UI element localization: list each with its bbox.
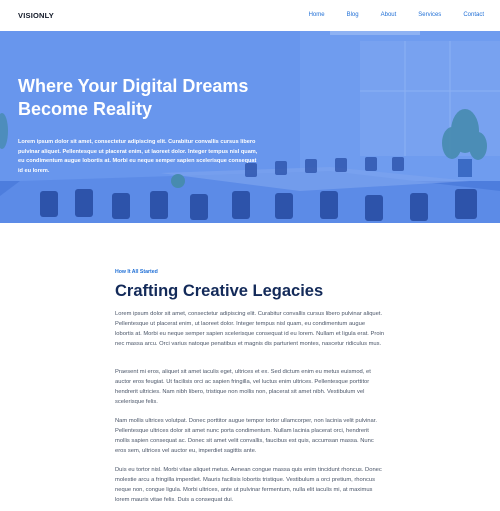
hero-description: Lorem ipsum dolor sit amet, consectetur … — [18, 139, 258, 174]
hero-banner: Where Your Digital Dreams Become Reality… — [0, 31, 500, 223]
paragraph: Praesent mi eros, aliquet sit amet iacul… — [115, 369, 371, 405]
site-logo[interactable]: VISIONLY — [18, 11, 54, 20]
main-menu: Home Blog About Services Contact — [287, 12, 484, 18]
section-kicker: How It All Started — [115, 269, 158, 275]
nav-services-link[interactable]: Services — [418, 12, 441, 18]
paragraph: Lorem ipsum dolor sit amet, consectetur … — [115, 311, 385, 347]
paragraph: Nam mollis ultrices volutpat. Donec port… — [115, 418, 377, 454]
paragraph: Duis eu tortor nisl. Morbi vitae aliquet… — [115, 467, 382, 503]
section-heading: Crafting Creative Legacies — [115, 282, 324, 300]
nav-blog-link[interactable]: Blog — [347, 12, 359, 18]
hero-background-image — [0, 31, 500, 223]
top-navigation: VISIONLY Home Blog About Services Contac… — [0, 0, 500, 31]
nav-home-link[interactable]: Home — [309, 12, 325, 18]
nav-contact-link[interactable]: Contact — [463, 12, 484, 18]
story-section: How It All Started Crafting Creative Leg… — [0, 223, 500, 511]
nav-about-link[interactable]: About — [381, 12, 397, 18]
hero-title: Where Your Digital Dreams Become Reality — [18, 76, 249, 119]
